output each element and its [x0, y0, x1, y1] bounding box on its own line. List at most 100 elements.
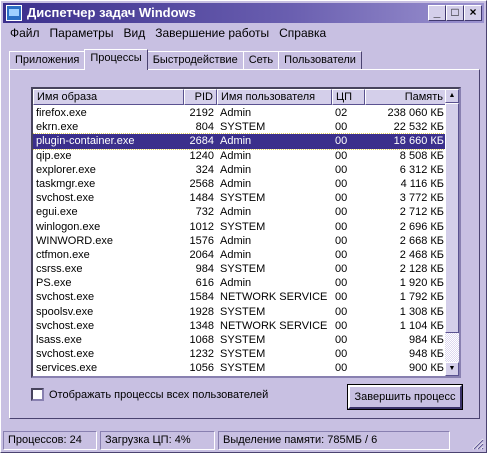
process-name: svchost.exe: [36, 291, 95, 304]
process-pid: 2684: [189, 135, 214, 148]
process-pid: 1584: [189, 291, 214, 304]
menu-options[interactable]: Параметры: [45, 25, 119, 43]
process-row[interactable]: winlogon.exe 1012 SYSTEM 00 2 696 КБ: [33, 220, 447, 234]
process-memory: 2 712 КБ: [399, 206, 444, 219]
process-row[interactable]: services.exe 1056 SYSTEM 00 900 КБ: [33, 361, 447, 375]
process-row[interactable]: firefox.exe 2192 Admin 02 238 060 КБ: [33, 106, 447, 120]
maximize-button[interactable]: □: [446, 5, 464, 21]
scroll-thumb[interactable]: [445, 103, 459, 333]
process-user: Admin: [220, 248, 252, 261]
process-row[interactable]: svchost.exe 1484 SYSTEM 00 3 772 КБ: [33, 191, 447, 205]
menu-view[interactable]: Вид: [118, 25, 150, 43]
process-memory: 1 104 КБ: [399, 319, 444, 332]
process-memory: 1 792 КБ: [399, 291, 444, 304]
column-memory[interactable]: Память: [365, 89, 447, 105]
menu-shutdown[interactable]: Завершение работы: [150, 25, 274, 43]
menu-file[interactable]: Файл: [5, 25, 45, 43]
scroll-up-arrow-icon[interactable]: ▲: [445, 89, 459, 103]
process-list[interactable]: Имя образа PID Имя пользователя ЦП Памят…: [31, 87, 461, 378]
process-name: winlogon.exe: [36, 220, 101, 233]
process-user: Admin: [220, 177, 252, 190]
menu-help[interactable]: Справка: [274, 25, 331, 43]
process-name: PS.exe: [36, 277, 72, 290]
process-row[interactable]: plugin-container.exe 2684 Admin 00 18 660 КБ: [33, 133, 448, 150]
process-row[interactable]: svchost.exe 1348 NETWORK SERVICE 00 1 104 КБ: [33, 319, 447, 333]
process-pid: 1768: [184, 376, 217, 377]
column-cpu[interactable]: ЦП: [332, 89, 365, 105]
process-cpu: 00: [335, 135, 348, 148]
process-cpu: 00: [335, 305, 348, 318]
scroll-down-arrow-icon[interactable]: ▼: [445, 362, 459, 376]
process-memory: 1 308 КБ: [399, 305, 444, 318]
process-pid: 1012: [189, 220, 214, 233]
close-button[interactable]: ×: [464, 5, 482, 21]
process-pid: 2568: [189, 177, 214, 190]
process-name: csrss.exe: [36, 263, 83, 276]
process-user: SYSTEM: [220, 192, 266, 205]
tab-processes[interactable]: Процессы: [84, 49, 148, 70]
process-user: Admin: [220, 234, 252, 247]
end-process-button[interactable]: Завершить процесс: [347, 384, 463, 410]
process-row[interactable]: ekrn.exe 804 SYSTEM 00 22 532 КБ: [33, 120, 447, 134]
process-row[interactable]: taskmgr.exe 2568 Admin 00 4 116 КБ: [33, 177, 447, 191]
process-row[interactable]: csrss.exe 984 SYSTEM 00 2 128 КБ: [33, 262, 447, 276]
tab-networking[interactable]: Сеть: [242, 51, 280, 69]
process-user: SYSTEM: [220, 263, 266, 276]
process-cpu: 00: [335, 192, 348, 205]
process-user: SYSTEM: [220, 362, 266, 375]
process-user: SYSTEM: [220, 220, 266, 233]
process-row[interactable]: explorer.exe 324 Admin 00 6 312 КБ: [33, 163, 447, 177]
process-list-header: Имя образа PID Имя пользователя ЦП Памят…: [33, 89, 447, 105]
process-cpu: 00: [335, 248, 348, 261]
status-cpu-usage: Загрузка ЦП: 4%: [100, 431, 215, 450]
process-user: SYSTEM: [220, 121, 266, 134]
process-pid: 1056: [189, 362, 214, 375]
process-user: SYSTEM: [220, 305, 266, 318]
tab-applications[interactable]: Приложения: [9, 51, 86, 69]
process-cpu: 02: [335, 107, 348, 119]
process-memory: 3 772 КБ: [399, 192, 444, 205]
process-memory: 2 128 КБ: [399, 263, 444, 276]
process-user: SYSTEM: [220, 348, 266, 361]
process-row[interactable]: spoolsv.exe 1928 SYSTEM 00 1 308 КБ: [33, 305, 447, 319]
column-image-name[interactable]: Имя образа: [33, 89, 184, 105]
process-pid: 1068: [189, 334, 214, 346]
process-name: plugin-container.exe: [36, 135, 135, 148]
title-bar[interactable]: Диспетчер задач Windows _ □ ×: [3, 3, 484, 23]
tab-users[interactable]: Пользователи: [278, 51, 362, 69]
window-title: Диспетчер задач Windows: [27, 5, 196, 20]
process-memory: 2 468 КБ: [399, 248, 444, 261]
process-cpu: 00: [335, 220, 348, 233]
show-all-users-label[interactable]: Отображать процессы всех пользователей: [49, 389, 268, 401]
tab-performance[interactable]: Быстродействие: [146, 51, 244, 69]
process-user: Admin: [220, 107, 252, 119]
process-row[interactable]: svchost.exe 1584 NETWORK SERVICE 00 1 792 КБ: [33, 290, 447, 304]
show-all-users-checkbox[interactable]: [31, 388, 44, 401]
process-cpu: 00: [335, 348, 348, 361]
process-memory: 6 312 КБ: [399, 163, 444, 176]
process-user: Admin: [220, 163, 252, 176]
column-pid[interactable]: PID: [184, 89, 217, 105]
process-name: egui.exe: [36, 206, 78, 219]
process-memory: 628 КБ: [365, 376, 447, 377]
column-user-name[interactable]: Имя пользователя: [217, 89, 332, 105]
process-row[interactable]: ctfmon.exe 2064 Admin 00 2 468 КБ: [33, 248, 447, 262]
process-pid: 616: [195, 277, 214, 290]
process-row[interactable]: qip.exe 1240 Admin 00 8 508 КБ: [33, 149, 447, 163]
process-row[interactable]: PS.exe 616 Admin 00 1 920 КБ: [33, 276, 447, 290]
show-all-users-option[interactable]: Отображать процессы всех пользователей: [31, 388, 268, 401]
process-row[interactable]: svchost.exe 1232 SYSTEM 00 948 КБ: [33, 347, 447, 361]
process-row[interactable]: WINWORD.exe 1576 Admin 00 2 668 КБ: [33, 234, 447, 248]
process-user: Admin: [220, 149, 252, 162]
process-user: NETWORK SERVICE: [220, 319, 328, 332]
vertical-scrollbar[interactable]: ▲ ▼: [445, 89, 459, 376]
process-rows: firefox.exe 2192 Admin 02 238 060 КБ ekrn.exe…: [33, 106, 448, 377]
process-row[interactable]: lsass.exe 1068 SYSTEM 00 984 КБ: [33, 333, 447, 347]
process-cpu: 00: [332, 376, 365, 377]
process-cpu: 00: [335, 163, 348, 176]
process-row[interactable]: egui.exe 732 Admin 00 2 712 КБ: [33, 205, 447, 219]
process-row[interactable]: svchost.exe1768LOCAL SERVICE00628 КБ: [33, 376, 447, 377]
process-pid: 1576: [189, 234, 214, 247]
minimize-button[interactable]: _: [428, 5, 446, 21]
resize-grip-icon[interactable]: [470, 436, 484, 450]
